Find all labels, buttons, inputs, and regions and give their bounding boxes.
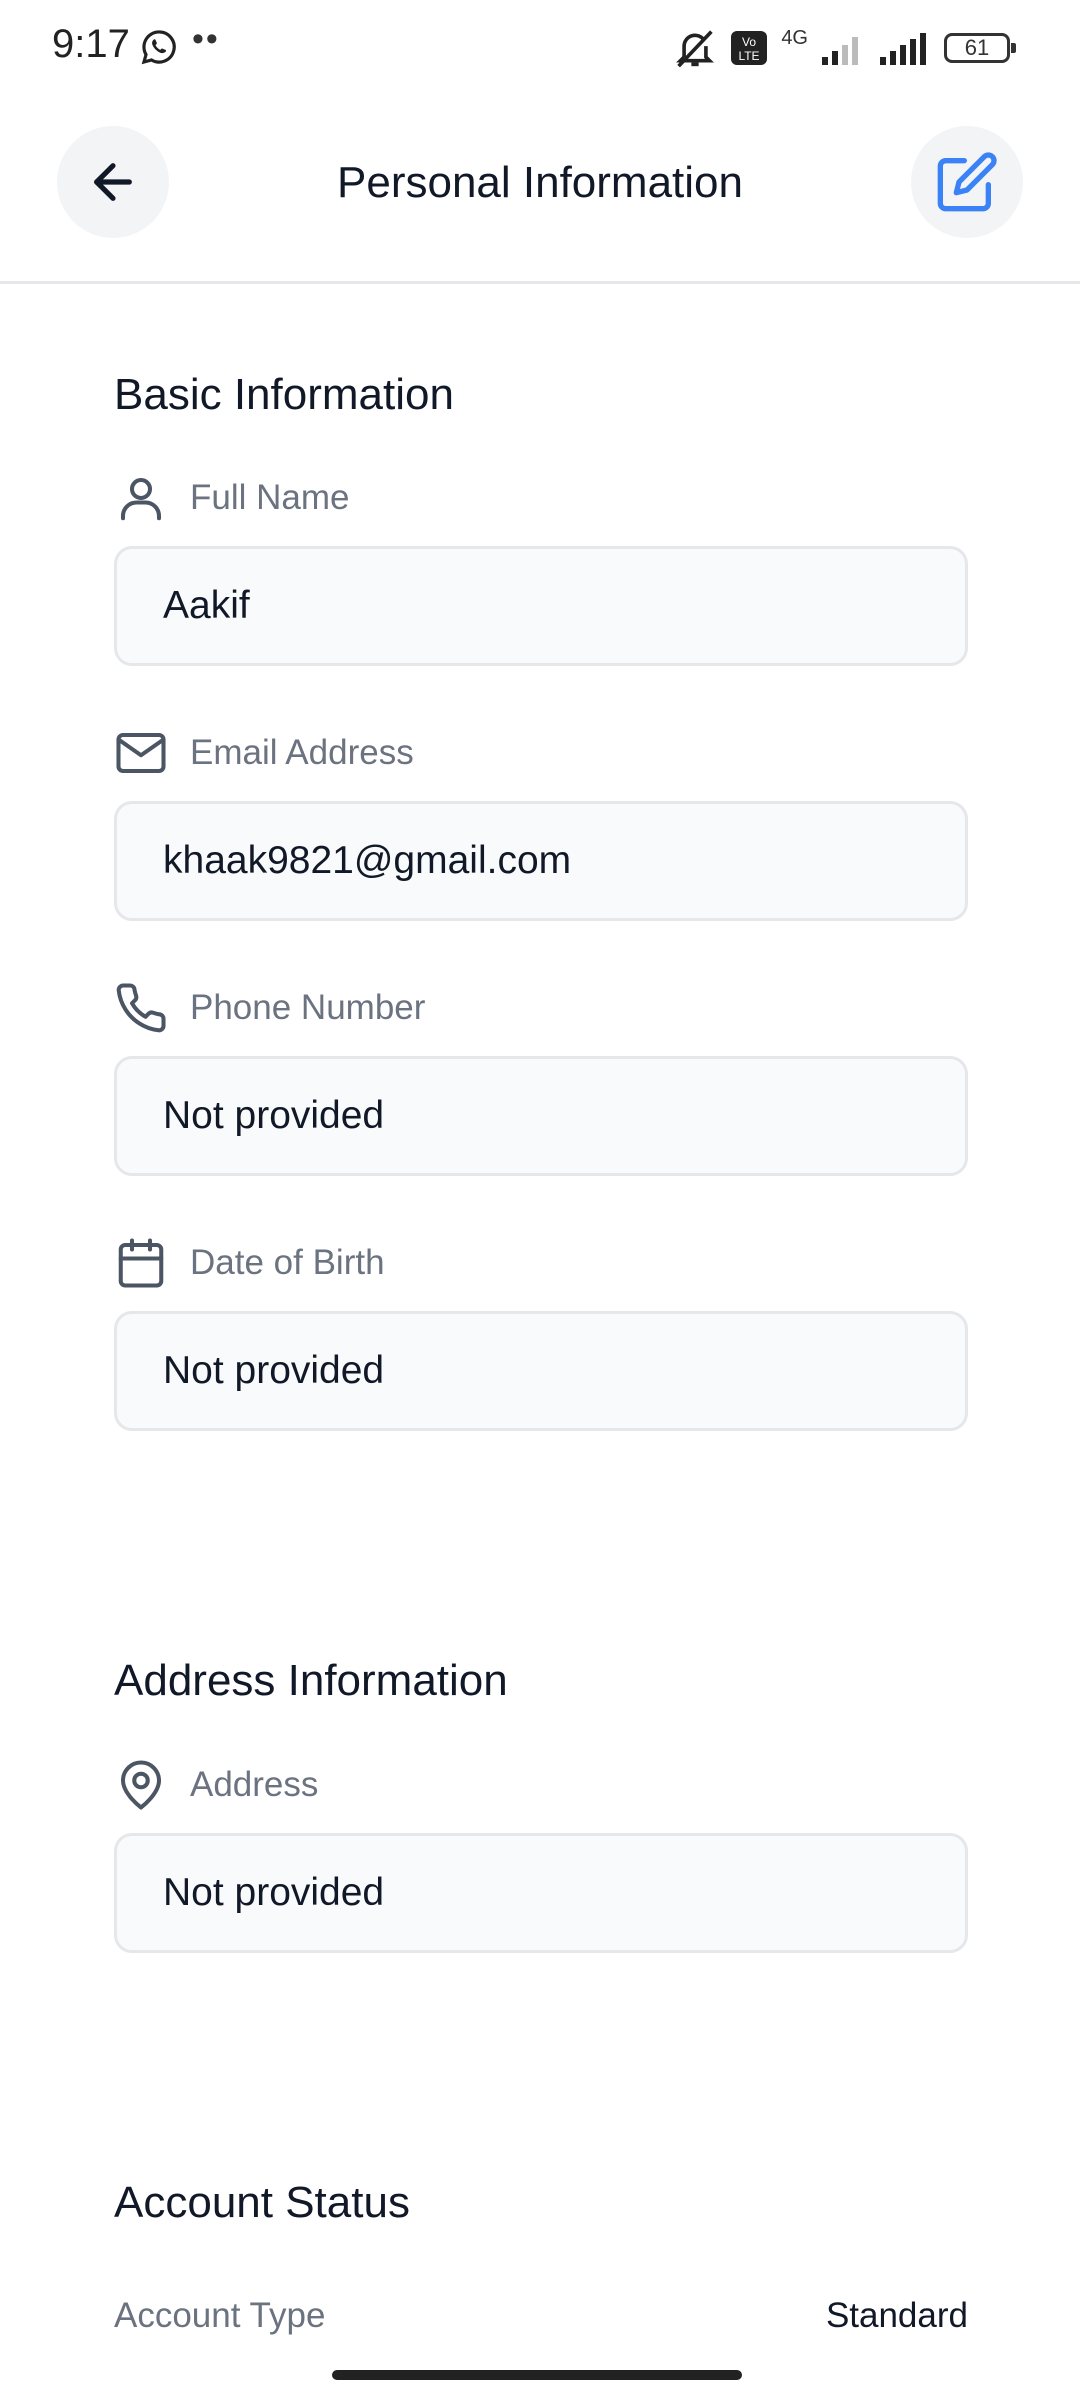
status-icons: Vo LTE 4G 61 [673,27,1016,68]
label-text: Address [190,1765,319,1804]
calendar-icon [118,1238,164,1288]
signal-icon [822,37,858,65]
status-time: 9:17 [52,22,130,66]
section-title-address: Address Information [114,1656,508,1705]
email-field[interactable]: khaak9821@gmail.com [114,801,968,921]
mute-icon [676,30,715,68]
network-type: 4G [781,27,808,49]
svg-text:LTE: LTE [739,49,760,63]
full-name-field[interactable]: Aakif [114,546,968,666]
whatsapp-icon [141,30,176,65]
field-label-email: Email Address [114,725,414,781]
field-label-phone: Phone Number [114,980,425,1036]
field-label-full-name: Full Name [114,470,349,526]
status-bar: 9:17 •• Vo LTE 4G 61 [0,0,1080,96]
label-text: Full Name [190,478,350,517]
user-icon [120,477,162,521]
map-pin-icon [120,1760,162,1810]
section-title-basic: Basic Information [114,370,454,419]
account-type-value: Standard [825,2296,968,2335]
app-bar: Personal Information [0,96,1080,284]
account-type-label: Account Type [114,2296,326,2335]
volte-icon: Vo LTE [731,31,768,65]
edit-icon [937,152,997,212]
signal-icon [880,33,926,65]
label-text: Phone Number [190,988,426,1027]
label-text: Date of Birth [190,1243,385,1282]
date-of-birth-field[interactable]: Not provided [114,1311,968,1431]
mail-icon [116,732,166,774]
phone-icon [116,983,166,1033]
home-indicator[interactable] [332,2370,742,2380]
svg-text:Vo: Vo [742,35,756,49]
label-text: Email Address [190,733,414,772]
address-field[interactable]: Not provided [114,1833,968,1953]
battery-icon: 61 [944,33,1016,63]
phone-field[interactable]: Not provided [114,1056,968,1176]
edit-button[interactable] [911,126,1023,238]
field-label-dob: Date of Birth [114,1235,385,1291]
section-title-account: Account Status [114,2178,410,2227]
field-label-address: Address [114,1757,318,1813]
more-dots-icon: •• [192,20,220,58]
